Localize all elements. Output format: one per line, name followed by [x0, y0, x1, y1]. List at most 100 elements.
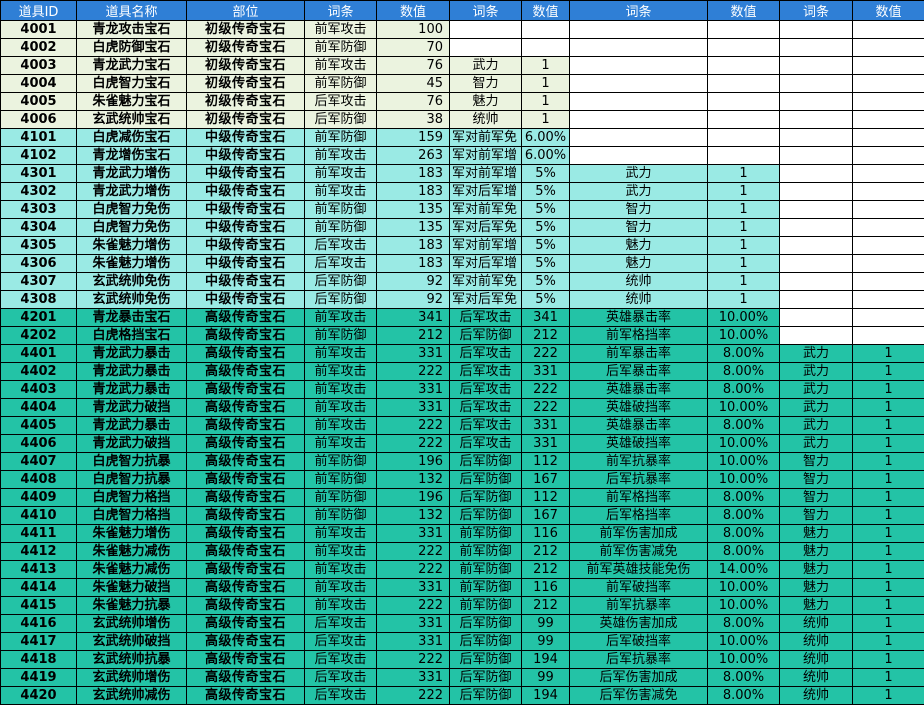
value-3-cell[interactable]: 1 — [708, 237, 780, 255]
item-name-cell[interactable]: 朱雀魅力宝石 — [77, 93, 187, 111]
item-name-cell[interactable]: 白虎防御宝石 — [77, 39, 187, 57]
header-attr-3[interactable]: 词条 — [570, 1, 708, 21]
attr-2-cell[interactable]: 后军防御 — [450, 507, 522, 525]
attr-4-cell[interactable]: 魅力 — [780, 525, 853, 543]
value-1-cell[interactable]: 92 — [377, 291, 450, 309]
value-3-cell[interactable]: 8.00% — [708, 687, 780, 705]
item-id-cell[interactable]: 4001 — [1, 21, 77, 39]
value-2-cell[interactable]: 341 — [522, 309, 570, 327]
attr-2-cell[interactable]: 后军攻击 — [450, 309, 522, 327]
attr-1-cell[interactable]: 前军攻击 — [305, 381, 377, 399]
value-4-cell[interactable] — [853, 273, 924, 291]
value-2-cell[interactable]: 5% — [522, 273, 570, 291]
attr-4-cell[interactable]: 武力 — [780, 417, 853, 435]
value-2-cell[interactable] — [522, 21, 570, 39]
attr-1-cell[interactable]: 前军攻击 — [305, 165, 377, 183]
value-3-cell[interactable]: 10.00% — [708, 579, 780, 597]
attr-2-cell[interactable]: 前军防御 — [450, 597, 522, 615]
attr-3-cell[interactable]: 英雄暴击率 — [570, 417, 708, 435]
value-3-cell[interactable] — [708, 21, 780, 39]
value-4-cell[interactable] — [853, 147, 924, 165]
value-3-cell[interactable] — [708, 75, 780, 93]
attr-2-cell[interactable]: 军对前军免 — [450, 129, 522, 147]
slot-cell[interactable]: 中级传奇宝石 — [187, 147, 305, 165]
attr-4-cell[interactable]: 统帅 — [780, 633, 853, 651]
slot-cell[interactable]: 高级传奇宝石 — [187, 471, 305, 489]
item-id-cell[interactable]: 4101 — [1, 129, 77, 147]
table-row[interactable]: 4403青龙武力暴击高级传奇宝石前军攻击331后军攻击222英雄暴击率8.00%… — [1, 381, 924, 399]
value-1-cell[interactable]: 100 — [377, 21, 450, 39]
attr-1-cell[interactable]: 前军防御 — [305, 75, 377, 93]
attr-2-cell[interactable]: 后军防御 — [450, 633, 522, 651]
value-3-cell[interactable] — [708, 111, 780, 129]
value-2-cell[interactable]: 5% — [522, 219, 570, 237]
value-1-cell[interactable]: 263 — [377, 147, 450, 165]
item-id-cell[interactable]: 4004 — [1, 75, 77, 93]
value-3-cell[interactable]: 8.00% — [708, 669, 780, 687]
attr-1-cell[interactable]: 前军攻击 — [305, 57, 377, 75]
item-name-cell[interactable]: 白虎智力抗暴 — [77, 453, 187, 471]
value-4-cell[interactable] — [853, 57, 924, 75]
attr-1-cell[interactable]: 后军攻击 — [305, 633, 377, 651]
slot-cell[interactable]: 高级传奇宝石 — [187, 561, 305, 579]
attr-3-cell[interactable]: 统帅 — [570, 273, 708, 291]
table-row[interactable]: 4102青龙增伤宝石中级传奇宝石前军攻击263军对前军增6.00% — [1, 147, 924, 165]
item-id-cell[interactable]: 4413 — [1, 561, 77, 579]
value-4-cell[interactable]: 1 — [853, 579, 924, 597]
item-id-cell[interactable]: 4305 — [1, 237, 77, 255]
value-2-cell[interactable]: 1 — [522, 75, 570, 93]
table-row[interactable]: 4416玄武统帅增伤高级传奇宝石后军攻击331后军防御99英雄伤害加成8.00%… — [1, 615, 924, 633]
value-1-cell[interactable]: 183 — [377, 183, 450, 201]
attr-3-cell[interactable]: 前军暴击率 — [570, 345, 708, 363]
attr-2-cell[interactable]: 军对前军增 — [450, 237, 522, 255]
item-id-cell[interactable]: 4307 — [1, 273, 77, 291]
item-id-cell[interactable]: 4306 — [1, 255, 77, 273]
value-4-cell[interactable]: 1 — [853, 489, 924, 507]
table-row[interactable]: 4001青龙攻击宝石初级传奇宝石前军攻击100 — [1, 21, 924, 39]
value-2-cell[interactable]: 112 — [522, 489, 570, 507]
value-4-cell[interactable]: 1 — [853, 417, 924, 435]
slot-cell[interactable]: 高级传奇宝石 — [187, 381, 305, 399]
attr-2-cell[interactable]: 后军防御 — [450, 489, 522, 507]
item-id-cell[interactable]: 4401 — [1, 345, 77, 363]
attr-3-cell[interactable] — [570, 39, 708, 57]
slot-cell[interactable]: 初级传奇宝石 — [187, 21, 305, 39]
attr-4-cell[interactable] — [780, 129, 853, 147]
value-4-cell[interactable] — [853, 39, 924, 57]
value-2-cell[interactable]: 222 — [522, 345, 570, 363]
item-name-cell[interactable]: 白虎智力宝石 — [77, 75, 187, 93]
attr-1-cell[interactable]: 后军攻击 — [305, 687, 377, 705]
slot-cell[interactable]: 初级传奇宝石 — [187, 57, 305, 75]
value-2-cell[interactable]: 99 — [522, 615, 570, 633]
value-3-cell[interactable] — [708, 57, 780, 75]
attr-2-cell[interactable]: 后军攻击 — [450, 435, 522, 453]
table-row[interactable]: 4418玄武统帅抗暴高级传奇宝石后军攻击222后军防御194后军抗暴率10.00… — [1, 651, 924, 669]
value-3-cell[interactable]: 10.00% — [708, 435, 780, 453]
attr-3-cell[interactable]: 前军英雄技能免伤 — [570, 561, 708, 579]
value-1-cell[interactable]: 183 — [377, 237, 450, 255]
attr-2-cell[interactable]: 军对前军免 — [450, 273, 522, 291]
item-name-cell[interactable]: 白虎智力免伤 — [77, 201, 187, 219]
value-4-cell[interactable] — [853, 237, 924, 255]
value-1-cell[interactable]: 222 — [377, 597, 450, 615]
slot-cell[interactable]: 高级传奇宝石 — [187, 345, 305, 363]
item-name-cell[interactable]: 青龙武力增伤 — [77, 165, 187, 183]
slot-cell[interactable]: 高级传奇宝石 — [187, 651, 305, 669]
value-4-cell[interactable]: 1 — [853, 561, 924, 579]
value-1-cell[interactable]: 331 — [377, 345, 450, 363]
attr-4-cell[interactable]: 武力 — [780, 435, 853, 453]
value-1-cell[interactable]: 76 — [377, 93, 450, 111]
item-id-cell[interactable]: 4202 — [1, 327, 77, 345]
value-4-cell[interactable]: 1 — [853, 363, 924, 381]
table-row[interactable]: 4412朱雀魅力减伤高级传奇宝石前军攻击222前军防御212前军伤害减免8.00… — [1, 543, 924, 561]
attr-4-cell[interactable]: 武力 — [780, 399, 853, 417]
item-name-cell[interactable]: 玄武统帅增伤 — [77, 615, 187, 633]
value-1-cell[interactable]: 222 — [377, 543, 450, 561]
attr-4-cell[interactable]: 智力 — [780, 471, 853, 489]
attr-4-cell[interactable] — [780, 291, 853, 309]
value-4-cell[interactable]: 1 — [853, 633, 924, 651]
table-row[interactable]: 4308玄武统帅免伤中级传奇宝石后军防御92军对后军免5%统帅1 — [1, 291, 924, 309]
attr-2-cell[interactable]: 智力 — [450, 75, 522, 93]
attr-1-cell[interactable]: 后军攻击 — [305, 237, 377, 255]
item-name-cell[interactable]: 朱雀魅力减伤 — [77, 543, 187, 561]
